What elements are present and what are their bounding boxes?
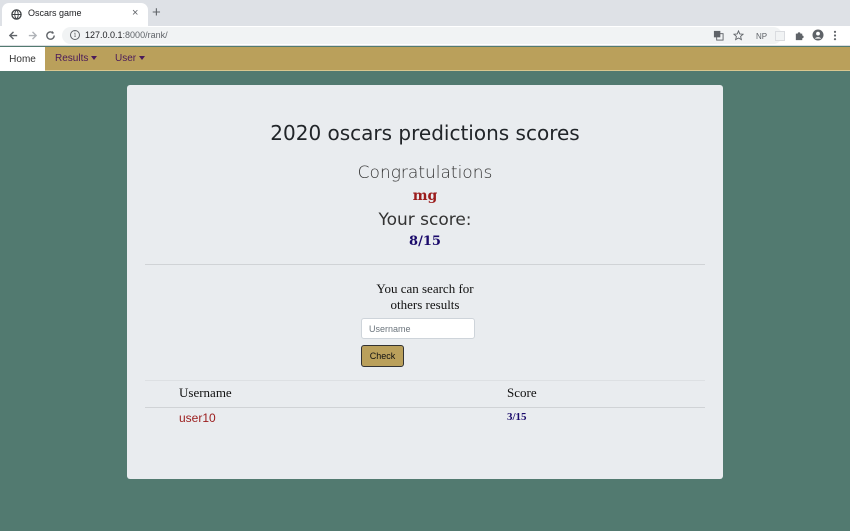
info-icon[interactable]: i	[70, 30, 80, 40]
divider	[145, 264, 705, 265]
extension-np-icon[interactable]: NP	[756, 31, 767, 43]
row-score: 3/15	[507, 411, 527, 423]
back-arrow-icon[interactable]	[6, 28, 20, 42]
address-bar[interactable]: i 127.0.0.1:8000/rank/	[62, 27, 782, 44]
puzzle-icon[interactable]	[794, 30, 805, 44]
caret-down-icon	[91, 56, 98, 61]
extension-blank-icon[interactable]	[775, 31, 785, 44]
search-prompt: You can search for others results	[127, 281, 723, 313]
username-search-input[interactable]	[361, 318, 475, 339]
search-prompt-line2: others results	[390, 297, 460, 312]
column-header-score: Score	[507, 385, 537, 400]
tab-title: Oscars game	[28, 8, 82, 18]
star-icon[interactable]	[732, 29, 745, 44]
close-tab-icon[interactable]: ×	[132, 6, 138, 20]
current-username: mg	[412, 188, 438, 204]
url-text: 127.0.0.1:8000/rank/	[85, 30, 168, 40]
browser-toolbar: i 127.0.0.1:8000/rank/ NP	[0, 26, 850, 46]
forward-arrow-icon[interactable]	[25, 28, 39, 42]
translate-icon[interactable]	[713, 30, 724, 44]
globe-icon	[11, 9, 22, 20]
row-username: user10	[179, 411, 216, 425]
page-title: 2020 oscars predictions scores	[270, 121, 580, 145]
your-score-value: 8/15	[409, 234, 441, 249]
new-tab-button[interactable]: +	[152, 5, 161, 20]
profile-icon[interactable]	[812, 29, 824, 44]
browser-tab-strip: Oscars game × +	[0, 0, 850, 26]
scores-card: 2020 oscars predictions scores Congratul…	[127, 85, 723, 479]
nav-home[interactable]: Home	[0, 47, 45, 71]
nav-results-dropdown[interactable]: Results	[55, 53, 98, 64]
check-button[interactable]: Check	[361, 345, 404, 367]
congrats-heading: Congratulations	[357, 163, 493, 183]
table-header-divider	[145, 407, 705, 408]
browser-tab[interactable]: Oscars game ×	[2, 3, 148, 26]
column-header-username: Username	[179, 385, 232, 400]
your-score-label: Your score:	[378, 210, 472, 230]
app-navbar: Home Results User	[0, 47, 850, 71]
menu-dots-icon[interactable]	[833, 30, 837, 44]
caret-down-icon	[139, 56, 146, 61]
reload-icon[interactable]	[43, 28, 57, 42]
nav-user-dropdown[interactable]: User	[115, 53, 146, 64]
search-prompt-line1: You can search for	[376, 281, 474, 296]
table-top-border	[145, 380, 705, 381]
